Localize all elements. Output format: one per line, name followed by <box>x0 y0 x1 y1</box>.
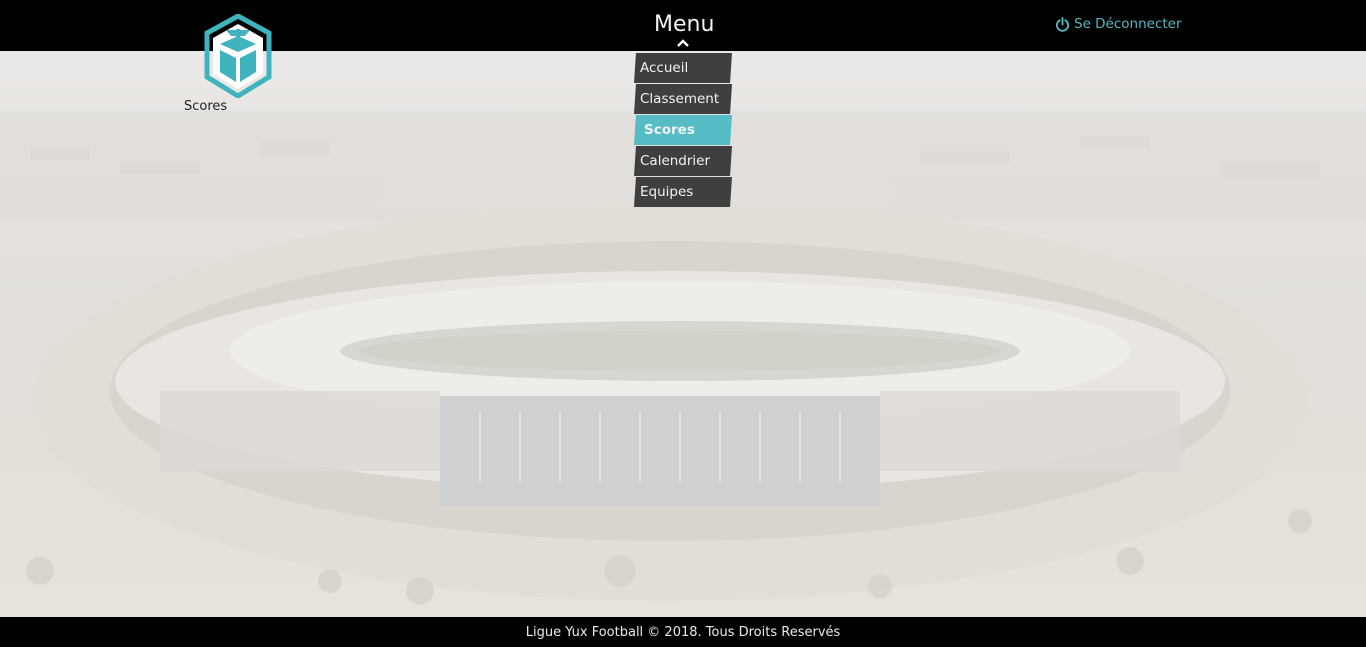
menu-item-equipes[interactable]: Equipes <box>634 177 732 207</box>
footer: Ligue Yux Football © 2018. Tous Droits R… <box>0 617 1366 647</box>
menu-item-scores[interactable]: Scores <box>634 115 732 145</box>
menu-item-classement[interactable]: Classement <box>634 84 732 114</box>
cube-logo-icon[interactable] <box>203 13 273 99</box>
logout-label: Se Déconnecter <box>1074 16 1182 32</box>
logout-button[interactable]: Se Déconnecter <box>1055 16 1182 32</box>
menu-item-accueil[interactable]: Accueil <box>634 53 732 83</box>
copyright-text: Ligue Yux Football © 2018. Tous Droits R… <box>525 625 841 640</box>
power-icon <box>1055 16 1070 32</box>
chevron-up-icon[interactable] <box>676 38 690 48</box>
menu-toggle[interactable]: Menu <box>654 12 714 37</box>
dropdown-menu: Accueil Classement Scores Calendrier Equ… <box>634 53 732 208</box>
menu-item-calendrier[interactable]: Calendrier <box>634 146 732 176</box>
logo-caption: Scores <box>184 99 228 114</box>
